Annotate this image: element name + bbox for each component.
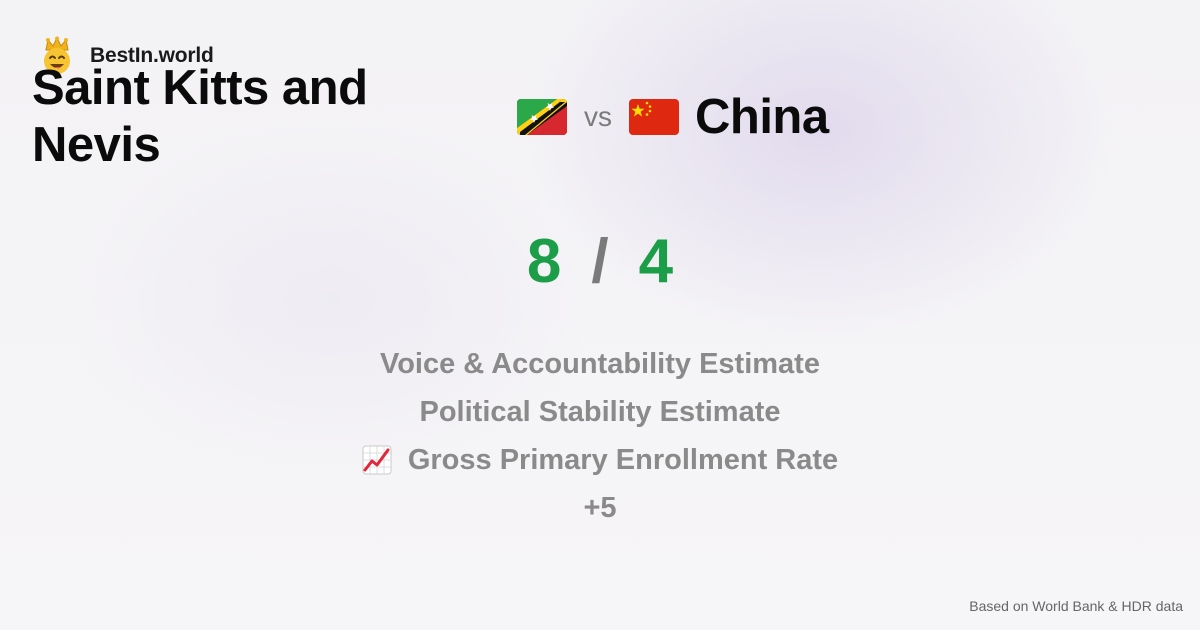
score-separator: / xyxy=(591,227,609,296)
country1-name: Saint Kitts and Nevis xyxy=(32,61,368,172)
chart-increasing-icon xyxy=(362,445,392,475)
data-source-note: Based on World Bank & HDR data xyxy=(969,598,1183,614)
vs-label: vs xyxy=(584,101,612,132)
country2-score: 4 xyxy=(638,227,674,296)
metric-label: Voice & Accountability Estimate xyxy=(380,348,820,380)
metric-item: Political Stability Estimate xyxy=(0,388,1200,436)
metric-item: Gross Primary Enrollment Rate xyxy=(0,436,1200,484)
country2-name: China xyxy=(695,90,829,144)
versus-header: vs China xyxy=(517,90,829,144)
metric-label: Political Stability Estimate xyxy=(419,396,781,428)
metric-item: Voice & Accountability Estimate xyxy=(0,340,1200,388)
metric-label: Gross Primary Enrollment Rate xyxy=(407,444,839,476)
country1-score: 8 xyxy=(526,227,562,296)
metrics-list: Voice & Accountability Estimate Politica… xyxy=(0,340,1200,532)
more-metrics-count: +5 xyxy=(583,492,617,524)
china-flag-icon xyxy=(629,99,679,135)
saint-kitts-and-nevis-flag-icon xyxy=(517,99,567,135)
score: 8 / 4 xyxy=(0,222,1200,302)
